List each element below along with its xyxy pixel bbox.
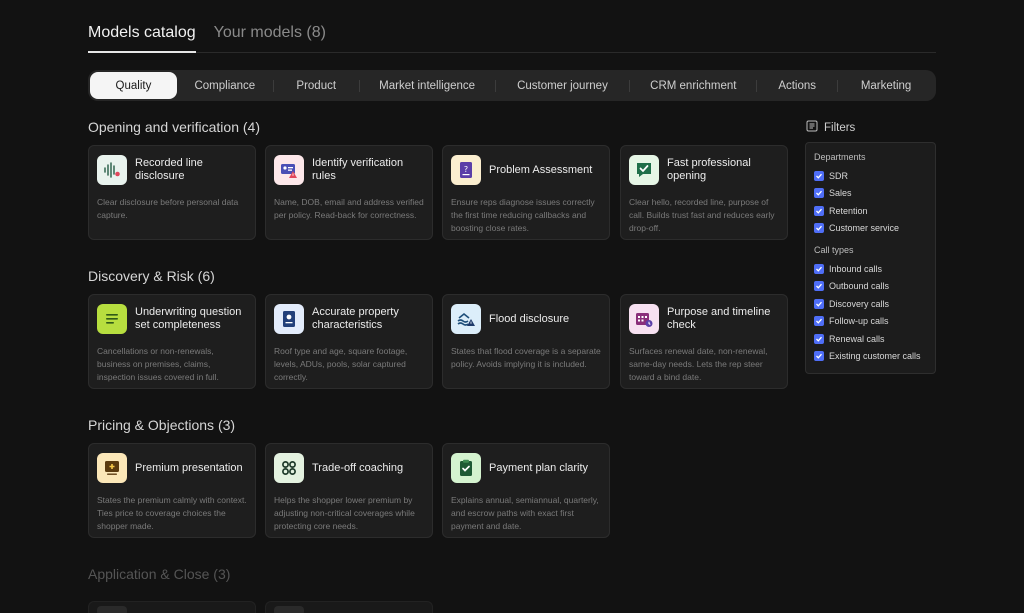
model-card-property[interactable]: Accurate property characteristics Roof t…	[265, 294, 433, 389]
card-title: Underwriting question set completeness	[135, 306, 242, 331]
model-card-purpose-timeline[interactable]: Purpose and timeline check Surfaces rene…	[620, 294, 788, 389]
filter-checkbox-renewal[interactable]: Renewal calls	[814, 330, 927, 348]
checkbox-checked-icon	[814, 263, 824, 274]
card-title: Premium presentation	[135, 461, 243, 474]
segment-product[interactable]: Product	[274, 72, 359, 99]
calendar-clock-icon	[629, 304, 659, 334]
filter-group-title: Departments	[814, 152, 866, 162]
card-description: States that flood coverage is a separate…	[451, 346, 601, 369]
checkbox-checked-icon	[814, 205, 824, 216]
checkbox-checked-icon	[814, 223, 824, 234]
model-card-premium[interactable]: Premium presentation States the premium …	[88, 443, 256, 538]
section-title-discovery: Discovery & Risk (6)	[88, 268, 215, 284]
card-title: Recorded line disclosure	[135, 157, 203, 182]
segment-customer-journey[interactable]: Customer journey	[496, 72, 630, 99]
section-title-pricing: Pricing & Objections (3)	[88, 417, 236, 433]
id-card-warning-icon	[274, 155, 304, 185]
filter-checkbox-discovery[interactable]: Discovery calls	[814, 295, 927, 313]
checkbox-checked-icon	[814, 351, 824, 362]
card-description: Clear disclosure before personal data ca…	[97, 197, 239, 220]
svg-text:?: ?	[464, 165, 468, 174]
model-card-recorded-line[interactable]: Recorded line disclosure Clear disclosur…	[88, 145, 256, 240]
filter-checkbox-customer-service[interactable]: Customer service	[814, 220, 927, 238]
filter-label: Inbound calls	[829, 263, 883, 274]
card-description: Ensure reps diagnose issues correctly th…	[451, 197, 595, 233]
filters-panel: Departments SDR Sales Retention Customer…	[805, 142, 936, 374]
checkbox-checked-icon	[814, 333, 824, 344]
waveform-icon	[97, 155, 127, 185]
card-description: Roof type and age, square footage, level…	[274, 346, 408, 382]
segment-quality[interactable]: Quality	[90, 72, 177, 99]
card-description: Name, DOB, email and address verified pe…	[274, 197, 424, 220]
filters-header[interactable]: Filters	[806, 120, 855, 135]
model-card-flood[interactable]: Flood disclosure States that flood cover…	[442, 294, 610, 389]
tab-your-models[interactable]: Your models (8)	[214, 24, 326, 52]
segment-actions[interactable]: Actions	[757, 72, 837, 99]
filter-checkbox-sdr[interactable]: SDR	[814, 167, 927, 185]
card-description: Cancellations or non-renewals, business …	[97, 346, 219, 382]
segment-crm-enrichment[interactable]: CRM enrichment	[630, 72, 756, 99]
grid-circles-icon	[274, 453, 304, 483]
category-segment-bar: Quality Compliance Product Market intell…	[88, 70, 936, 101]
model-card-identify-verification[interactable]: Identify verification rules Name, DOB, e…	[265, 145, 433, 240]
model-card-fast-opening[interactable]: Fast professional opening Clear hello, r…	[620, 145, 788, 240]
card-title: Identify verification rules	[312, 157, 404, 182]
card-title: Purpose and timeline check	[667, 306, 771, 331]
clipboard-check-icon	[451, 453, 481, 483]
filters-label: Filters	[824, 121, 856, 134]
model-card-placeholder	[88, 601, 256, 613]
list-icon	[97, 304, 127, 334]
checkbox-checked-icon	[814, 281, 824, 292]
card-description: States the premium calmly with context. …	[97, 495, 247, 531]
card-description: Clear hello, recorded line, purpose of c…	[629, 197, 775, 233]
filter-label: Follow-up calls	[829, 316, 889, 327]
model-card-placeholder	[265, 601, 433, 613]
property-document-icon	[274, 304, 304, 334]
flood-warning-icon	[451, 304, 481, 334]
card-title: Payment plan clarity	[489, 461, 589, 474]
checkbox-checked-icon	[814, 188, 824, 199]
checkbox-checked-icon	[814, 298, 824, 309]
filter-checkbox-sales[interactable]: Sales	[814, 185, 927, 203]
model-card-tradeoff[interactable]: Trade-off coaching Helps the shopper low…	[265, 443, 433, 538]
presentation-icon	[97, 453, 127, 483]
card-title: Problem Assessment	[489, 163, 593, 176]
filter-group-title: Call types	[814, 245, 854, 255]
model-card-problem-assessment[interactable]: ? Problem Assessment Ensure reps diagnos…	[442, 145, 610, 240]
filter-checkbox-retention[interactable]: Retention	[814, 202, 927, 220]
filter-icon	[806, 120, 818, 135]
tab-models-catalog[interactable]: Models catalog	[88, 24, 196, 53]
filter-label: Outbound calls	[829, 281, 890, 292]
segment-compliance[interactable]: Compliance	[177, 72, 273, 99]
card-title: Flood disclosure	[489, 312, 570, 325]
card-title: Fast professional opening	[667, 157, 751, 182]
filter-label: Discovery calls	[829, 298, 890, 309]
filter-label: Sales	[829, 188, 852, 199]
segment-market-intelligence[interactable]: Market intelligence	[360, 72, 495, 99]
card-description: Surfaces renewal date, non-renewal, same…	[629, 346, 768, 382]
filter-label: Renewal calls	[829, 333, 885, 344]
top-tabs: Models catalog Your models (8)	[88, 24, 936, 53]
question-document-icon: ?	[451, 155, 481, 185]
section-title-opening: Opening and verification (4)	[88, 119, 260, 135]
filter-checkbox-outbound[interactable]: Outbound calls	[814, 278, 927, 296]
card-description: Explains annual, semiannual, quarterly, …	[451, 495, 599, 531]
section-title-application: Application & Close (3)	[88, 566, 231, 582]
card-title: Trade-off coaching	[312, 461, 404, 474]
filter-label: Customer service	[829, 223, 900, 234]
filter-label: Retention	[829, 205, 868, 216]
model-card-underwriting[interactable]: Underwriting question set completeness C…	[88, 294, 256, 389]
filter-label: SDR	[829, 170, 849, 181]
filter-checkbox-inbound[interactable]: Inbound calls	[814, 260, 927, 278]
check-message-icon	[629, 155, 659, 185]
card-description: Helps the shopper lower premium by adjus…	[274, 495, 415, 531]
filter-checkbox-follow-up[interactable]: Follow-up calls	[814, 313, 927, 331]
checkbox-checked-icon	[814, 316, 824, 327]
filter-label: Existing customer calls	[829, 351, 921, 362]
model-card-payment-plan[interactable]: Payment plan clarity Explains annual, se…	[442, 443, 610, 538]
segment-marketing[interactable]: Marketing	[838, 72, 934, 99]
card-title: Accurate property characteristics	[312, 306, 399, 331]
filter-checkbox-existing-customer[interactable]: Existing customer calls	[814, 348, 927, 366]
checkbox-checked-icon	[814, 170, 824, 181]
